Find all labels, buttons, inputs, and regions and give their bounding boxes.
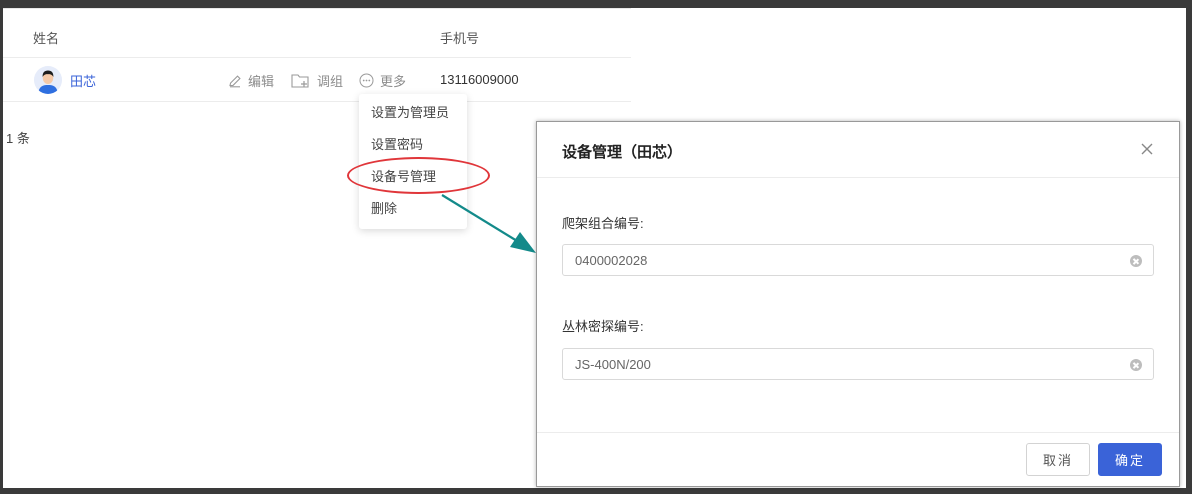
- device-management-dialog: 设备管理（田芯） 爬架组合编号: 丛林密探编号: 取消 确定: [536, 121, 1180, 487]
- close-icon: [1141, 143, 1153, 155]
- folder-add-icon: [291, 73, 309, 88]
- confirm-button[interactable]: 确定: [1098, 443, 1162, 476]
- more-dots-icon: [359, 73, 374, 88]
- highlight-annotation-ellipse: [347, 157, 490, 194]
- close-button[interactable]: [1137, 139, 1157, 159]
- table-row: 田芯 编辑 调组 更多 13116009000: [3, 58, 631, 102]
- dialog-body: 爬架组合编号: 丛林密探编号:: [537, 178, 1179, 433]
- frame-border-left: [0, 0, 3, 494]
- frame-border-right: [1186, 0, 1192, 494]
- frame-group-number-field: [562, 244, 1154, 276]
- jungle-probe-number-field: [562, 348, 1154, 380]
- avatar-icon: [34, 66, 62, 94]
- field-label-jungle-probe-number: 丛林密探编号:: [562, 319, 644, 334]
- move-group-action[interactable]: 调组: [291, 71, 343, 90]
- frame-group-number-input[interactable]: [563, 245, 1103, 275]
- member-name-link[interactable]: 田芯: [70, 71, 96, 90]
- edit-action[interactable]: 编辑: [228, 71, 274, 90]
- clear-icon[interactable]: [1130, 255, 1142, 267]
- cancel-button[interactable]: 取消: [1026, 443, 1090, 476]
- total-count: 1 条: [6, 131, 30, 146]
- edit-label: 编辑: [248, 74, 275, 89]
- more-action[interactable]: 更多: [359, 71, 406, 90]
- menu-item-set-admin[interactable]: 设置为管理员: [359, 99, 467, 131]
- more-label: 更多: [380, 74, 407, 89]
- avatar: [34, 66, 62, 94]
- pencil-icon: [229, 74, 241, 87]
- member-phone: 13116009000: [440, 72, 519, 87]
- column-header-phone: 手机号: [440, 31, 480, 46]
- field-label-frame-group-number: 爬架组合编号:: [562, 216, 644, 231]
- column-header-name: 姓名: [33, 31, 60, 46]
- move-group-label: 调组: [317, 74, 344, 89]
- table-header: 姓名 手机号: [3, 8, 631, 58]
- clear-icon[interactable]: [1130, 359, 1142, 371]
- frame-border-top: [0, 0, 1192, 8]
- frame-border-bottom: [0, 488, 1192, 494]
- dialog-header: 设备管理（田芯）: [537, 122, 1179, 178]
- annotation-arrow-icon: [441, 194, 536, 253]
- jungle-probe-number-input[interactable]: [563, 349, 1103, 379]
- dialog-footer: 取消 确定: [537, 433, 1179, 487]
- member-table: 姓名 手机号 田芯 编辑 调组 更多 13116009000: [3, 8, 631, 102]
- dialog-title: 设备管理（田芯）: [562, 144, 683, 161]
